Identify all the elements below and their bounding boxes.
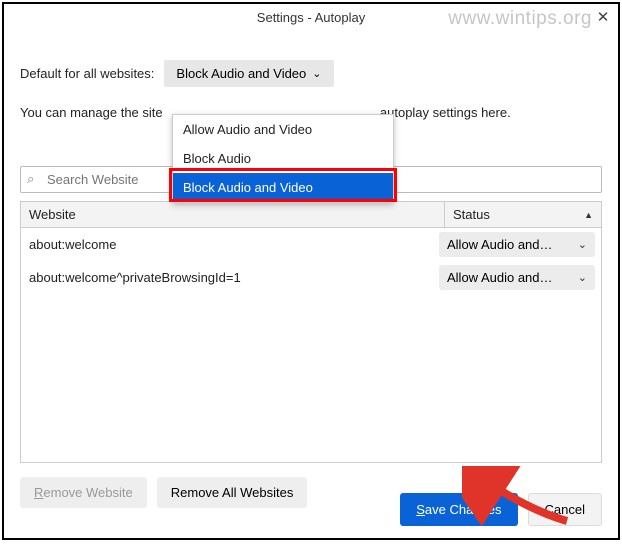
dropdown-option-block-all[interactable]: Block Audio and Video bbox=[173, 173, 393, 202]
save-button[interactable]: Save Changes bbox=[400, 493, 517, 526]
website-table: Website Status ▲ about:welcome Allow Aud… bbox=[20, 201, 602, 463]
search-icon: ⌕ bbox=[27, 171, 34, 187]
titlebar: Settings - Autoplay www.wintips.org ✕ bbox=[4, 4, 618, 34]
col-header-website[interactable]: Website bbox=[21, 202, 445, 227]
status-dropdown[interactable]: Allow Audio and… ⌄ bbox=[439, 232, 595, 257]
cell-website: about:welcome bbox=[27, 237, 433, 252]
dropdown-option-allow[interactable]: Allow Audio and Video bbox=[173, 115, 393, 144]
table-header: Website Status ▲ bbox=[21, 202, 601, 228]
status-dropdown[interactable]: Allow Audio and… ⌄ bbox=[439, 265, 595, 290]
default-dropdown-menu[interactable]: Allow Audio and Video Block Audio Block … bbox=[172, 114, 394, 203]
chevron-down-icon: ⌄ bbox=[578, 271, 587, 284]
remove-website-button[interactable]: Remove Website bbox=[20, 477, 147, 508]
close-icon[interactable]: ✕ bbox=[594, 9, 612, 27]
default-label: Default for all websites: bbox=[20, 66, 154, 81]
dropdown-option-block-audio[interactable]: Block Audio bbox=[173, 144, 393, 173]
window-title: Settings - Autoplay bbox=[4, 10, 618, 25]
table-row[interactable]: about:welcome^privateBrowsingId=1 Allow … bbox=[21, 261, 601, 294]
chevron-down-icon: ⌄ bbox=[312, 67, 321, 80]
dropdown-selected-label: Block Audio and Video bbox=[176, 66, 306, 81]
sort-asc-icon: ▲ bbox=[584, 210, 593, 220]
col-header-status[interactable]: Status ▲ bbox=[445, 202, 601, 227]
cancel-button[interactable]: Cancel bbox=[528, 493, 602, 526]
chevron-down-icon: ⌄ bbox=[578, 238, 587, 251]
remove-all-button[interactable]: Remove All Websites bbox=[157, 477, 308, 508]
default-dropdown[interactable]: Block Audio and Video ⌄ bbox=[164, 60, 333, 87]
table-row[interactable]: about:welcome Allow Audio and… ⌄ bbox=[21, 228, 601, 261]
cell-website: about:welcome^privateBrowsingId=1 bbox=[27, 270, 433, 285]
